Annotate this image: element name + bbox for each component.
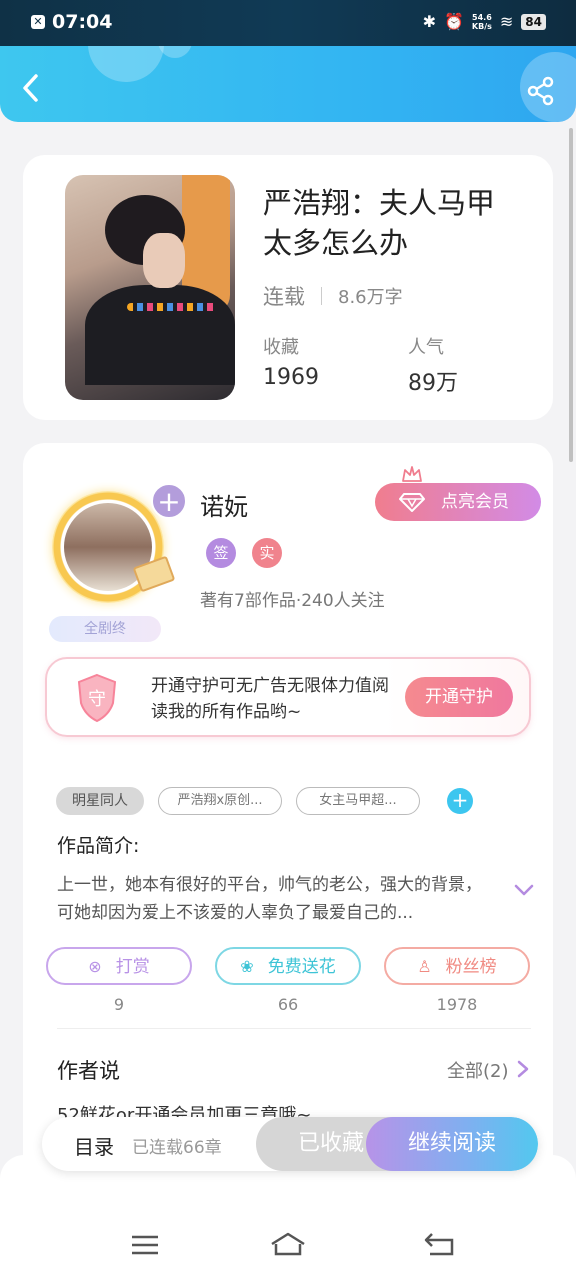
status-bar: ✕ 07:04 ✱ ⏰ 54.6 KB/s ≋ 84 — [0, 0, 576, 46]
flower-icon: ❀ — [240, 957, 254, 976]
section-divider — [57, 1028, 531, 1029]
decor-bubble — [88, 46, 164, 82]
bluetooth-icon: ✱ — [422, 12, 436, 31]
book-meta: 连载 8.6万字 — [263, 281, 403, 311]
home-icon[interactable] — [270, 1230, 306, 1260]
stat-popularity-label: 人气 — [408, 337, 444, 358]
notification-app-icon: ✕ — [31, 15, 45, 29]
tag-item[interactable]: 明星同人 — [56, 787, 144, 815]
fan-rank-button[interactable]: ♙ 粉丝榜 — [384, 947, 530, 985]
vip-button[interactable]: 点亮会员 — [375, 483, 541, 521]
alarm-icon: ⏰ — [443, 12, 464, 31]
cover-decor — [143, 233, 185, 288]
book-cover-image[interactable] — [65, 175, 235, 400]
catalog-button[interactable]: 目录 — [74, 1131, 114, 1160]
chapter-count: 已连载66章 — [132, 1138, 222, 1158]
bottom-action-bar: 目录 已连载66章 已收藏 继续阅读 — [42, 1117, 538, 1171]
network-speed-unit: KB/s — [471, 21, 492, 31]
send-flower-button[interactable]: ❀ 免费送花 — [215, 947, 361, 985]
back-button[interactable] — [18, 72, 46, 104]
tip-label: 打赏 — [115, 957, 150, 977]
yen-icon: ⊗ — [88, 957, 102, 976]
stat-favorites-value: 1969 — [263, 365, 319, 390]
open-guard-button[interactable]: 开通守护 — [405, 677, 513, 717]
book-info-card: 严浩翔：夫人马甲太多怎么办 连载 8.6万字 收藏 1969 人气 89万 — [23, 155, 553, 420]
share-button[interactable] — [526, 76, 556, 106]
book-status: 连载 — [263, 285, 305, 309]
continue-reading-button[interactable]: 继续阅读 — [366, 1117, 538, 1171]
author-name[interactable]: 诺妧 — [200, 487, 248, 522]
author-say-all-link[interactable]: 全部(2) — [447, 1057, 509, 1083]
guard-text: 开通守护可无广告无限体力值阅读我的所有作品哟~ — [151, 676, 389, 722]
back-nav-icon[interactable] — [422, 1230, 458, 1260]
stat-popularity-value: 89万 — [408, 371, 458, 396]
tag-item[interactable]: 女主马甲超... — [296, 787, 420, 815]
decor-bubble — [158, 46, 192, 58]
fan-count: 1978 — [436, 995, 478, 1014]
cover-decor — [127, 303, 217, 311]
tip-button[interactable]: ⊗ 打赏 — [46, 947, 192, 985]
network-speed: 54.6 KB/s — [472, 13, 492, 31]
book-title: 严浩翔：夫人马甲太多怎么办 — [263, 186, 496, 260]
author-say-title: 作者说 — [57, 1059, 120, 1083]
crown-icon — [402, 466, 422, 482]
chevron-down-icon[interactable] — [513, 883, 535, 897]
system-nav-bar — [0, 1155, 576, 1280]
scrollbar[interactable] — [569, 128, 573, 462]
chevron-left-icon — [23, 74, 38, 102]
menu-icon[interactable] — [126, 1230, 162, 1260]
meta-divider — [321, 287, 322, 305]
network-speed-value: 54.6 — [472, 12, 492, 22]
top-header — [0, 46, 576, 122]
diamond-icon — [399, 493, 425, 512]
status-right-group: ✱ ⏰ 54.6 KB/s ≋ 84 — [423, 12, 546, 31]
book-detail-card: + 全剧终 诺妧 签 实 著有7部作品·240人关注 点亮会员 守 开通守护可无… — [23, 443, 553, 1203]
wifi-icon: ≋ — [499, 12, 514, 31]
shield-icon: 守 — [77, 673, 117, 723]
signed-badge: 签 — [206, 538, 236, 568]
tip-count: 9 — [113, 995, 125, 1014]
author-avatar-group[interactable]: + — [48, 483, 188, 623]
chevron-right-icon[interactable] — [516, 1059, 530, 1079]
intro-title: 作品简介: — [57, 835, 140, 857]
author-stats: 著有7部作品·240人关注 — [200, 591, 385, 611]
status-time: 07:04 — [52, 11, 113, 33]
fan-rank-label: 粉丝榜 — [445, 957, 497, 977]
vip-button-label: 点亮会员 — [441, 492, 509, 512]
tag-item[interactable]: 严浩翔x原创... — [158, 787, 282, 815]
flower-count: 66 — [277, 995, 299, 1014]
verified-badge: 实 — [252, 538, 282, 568]
share-icon — [527, 76, 554, 106]
add-tag-button[interactable]: + — [447, 788, 473, 814]
stat-favorites-label: 收藏 — [263, 337, 299, 358]
guard-banner[interactable]: 守 开通守护可无广告无限体力值阅读我的所有作品哟~ 开通守护 — [45, 657, 531, 737]
finished-badge: 全剧终 — [49, 616, 161, 642]
intro-text: 上一世，她本有很好的平台，帅气的老公，强大的背景，可她却因为爱上不该爱的人辜负了… — [57, 875, 482, 923]
book-word-count: 8.6万字 — [338, 287, 403, 308]
follow-author-button[interactable]: + — [151, 483, 187, 519]
shield-text: 守 — [88, 689, 106, 710]
battery-indicator: 84 — [521, 13, 546, 30]
user-rank-icon: ♙ — [417, 957, 432, 976]
send-flower-label: 免费送花 — [267, 957, 336, 977]
cover-decor — [85, 285, 235, 385]
